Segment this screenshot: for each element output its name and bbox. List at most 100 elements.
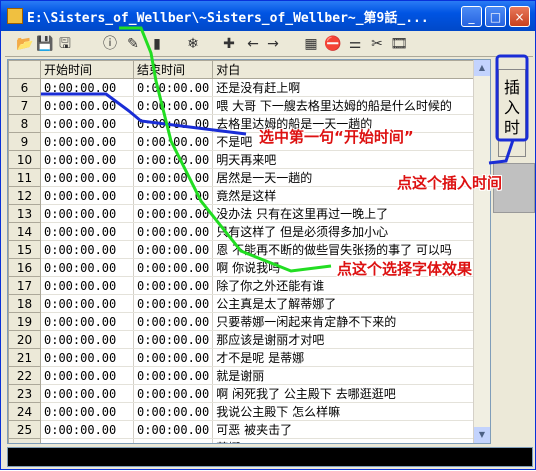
dialogue-cell[interactable]: 我说公主殿下 怎么样嘛 — [212, 402, 484, 421]
table-row[interactable]: 13 0:00:00.00 0:00:00.00 没办法 只有在这里再过一晚上了 — [8, 204, 484, 223]
dialogue-cell[interactable]: 没办法 只有在这里再过一晚上了 — [212, 204, 484, 223]
merge-icon[interactable]: ⚌ — [345, 34, 365, 54]
table-row[interactable]: 14 0:00:00.00 0:00:00.00 只有这样了 但是必须得多加小心 — [8, 222, 484, 241]
left-arrow-icon[interactable]: ← — [243, 34, 263, 54]
start-time-cell[interactable]: 0:00:00.00 — [40, 258, 134, 277]
start-time-cell[interactable]: 0:00:00.00 — [40, 294, 134, 313]
title-bar[interactable]: E:\Sisters_of_Wellber\~Sisters_of_Wellbe… — [1, 1, 535, 31]
end-time-cell[interactable]: 0:00:00.00 — [133, 168, 214, 187]
end-time-cell[interactable]: 0:00:00.00 — [133, 258, 214, 277]
start-time-cell[interactable]: 0:00:00.00 — [40, 312, 134, 331]
start-time-cell[interactable]: 0:00:00.00 — [40, 240, 134, 259]
bar-chart-icon[interactable]: ▮ — [147, 34, 167, 54]
start-time-cell[interactable]: 0:00:00.00 — [40, 186, 134, 205]
tools-icon[interactable]: ✂ — [367, 34, 387, 54]
end-time-cell[interactable]: 0:00:00.00 — [133, 222, 214, 241]
table-row[interactable]: 24 0:00:00.00 0:00:00.00 我说公主殿下 怎么样嘛 — [8, 402, 484, 421]
header-end-time[interactable]: 结束时间 — [132, 60, 214, 79]
subtitle-grid[interactable]: 开始时间 结束时间 对白 6 0:00:00.00 0:00:00.00 还是没有赶上… — [7, 59, 491, 444]
start-time-cell[interactable]: 0:00:00.00 — [40, 384, 134, 403]
table-row[interactable]: 260:00:00.000:00:00.00蒂娜 — [8, 438, 484, 443]
minimize-button[interactable]: _ — [461, 6, 482, 27]
start-time-cell[interactable]: 0:00:00.00 — [40, 348, 134, 367]
end-time-cell[interactable]: 0:00:00.00 — [133, 348, 214, 367]
table-row[interactable]: 19 0:00:00.00 0:00:00.00 只要蒂娜一闲起来肯定静不下来的 — [8, 312, 484, 331]
dialogue-cell[interactable]: 还是没有赶上啊 — [212, 78, 484, 97]
start-time-cell[interactable]: 0:00:00.00 — [40, 96, 134, 115]
end-time-cell[interactable]: 0:00:00.00 — [133, 420, 214, 439]
insert-time-icon[interactable]: ✚ — [219, 34, 239, 54]
table-row[interactable]: 17 0:00:00.00 0:00:00.00 除了你之外还能有谁 — [8, 276, 484, 295]
dialogue-cell[interactable]: 恩 不能再不断的做些冒失张扬的事了 可以吗 — [212, 240, 484, 259]
table-row[interactable]: 25 0:00:00.00 0:00:00.00 可恶 被夹击了 — [8, 420, 484, 439]
stop-icon[interactable]: ⛔ — [323, 34, 343, 54]
start-time-cell[interactable]: 0:00:00.00 — [40, 78, 134, 97]
vertical-scrollbar[interactable]: ▲ ▼ — [473, 60, 490, 443]
end-time-cell[interactable]: 0:00:00.00 — [133, 438, 214, 443]
dialogue-cell[interactable]: 啊 闲死我了 公主殿下 去哪逛逛吧 — [212, 384, 484, 403]
dialogue-cell[interactable]: 那应该是谢丽才对吧 — [212, 330, 484, 349]
end-time-cell[interactable]: 0:00:00.00 — [133, 366, 214, 385]
font-effect-icon[interactable]: ✎ — [123, 34, 143, 54]
start-time-cell[interactable]: 0:00:00.00 — [40, 420, 134, 439]
film-icon[interactable]: 🎞 — [389, 34, 409, 54]
end-time-cell[interactable]: 0:00:00.00 — [133, 240, 214, 259]
start-time-cell[interactable]: 0:00:00.00 — [40, 438, 134, 443]
save-as-icon[interactable]: 🖫 — [55, 34, 75, 54]
settings-icon[interactable]: ❄ — [183, 34, 203, 54]
end-time-cell[interactable]: 0:00:00.00 — [133, 312, 214, 331]
dialogue-cell[interactable]: 就是谢丽 — [212, 366, 484, 385]
end-time-cell[interactable]: 0:00:00.00 — [133, 384, 214, 403]
start-time-cell[interactable]: 0:00:00.00 — [40, 132, 134, 151]
save-icon[interactable]: 💾 — [35, 34, 55, 54]
start-time-cell[interactable]: 0:00:00.00 — [40, 330, 134, 349]
end-time-cell[interactable]: 0:00:00.00 — [133, 96, 214, 115]
end-time-cell[interactable]: 0:00:00.00 — [133, 330, 214, 349]
end-time-cell[interactable]: 0:00:00.00 — [133, 132, 214, 151]
start-time-cell[interactable]: 0:00:00.00 — [40, 168, 134, 187]
maximize-button[interactable]: □ — [485, 6, 506, 27]
start-time-cell[interactable]: 0:00:00.00 — [40, 150, 134, 169]
open-icon[interactable]: 📂 — [15, 34, 35, 54]
end-time-cell[interactable]: 0:00:00.00 — [133, 402, 214, 421]
dialogue-cell[interactable]: 喂 大哥 下一艘去格里达姆的船是什么时候的 — [212, 96, 484, 115]
dialogue-cell[interactable]: 蒂娜 — [212, 438, 484, 443]
table-row[interactable]: 21 0:00:00.00 0:00:00.00 才不是呢 是蒂娜 — [8, 348, 484, 367]
header-dialogue[interactable]: 对白 — [212, 60, 484, 79]
start-time-cell[interactable]: 0:00:00.00 — [40, 114, 134, 133]
table-row[interactable]: 10 0:00:00.00 0:00:00.00 明天再来吧 — [8, 150, 484, 169]
table-row[interactable]: 20 0:00:00.00 0:00:00.00 那应该是谢丽才对吧 — [8, 330, 484, 349]
end-time-cell[interactable]: 0:00:00.00 — [133, 150, 214, 169]
info-icon[interactable]: ⓘ — [100, 34, 120, 54]
end-time-cell[interactable]: 0:00:00.00 — [133, 78, 214, 97]
dialogue-cell[interactable]: 才不是呢 是蒂娜 — [212, 348, 484, 367]
scroll-down-icon[interactable]: ▼ — [474, 427, 490, 443]
dialogue-cell[interactable]: 只要蒂娜一闲起来肯定静不下来的 — [212, 312, 484, 331]
start-time-cell[interactable]: 0:00:00.00 — [40, 276, 134, 295]
start-time-cell[interactable]: 0:00:00.00 — [40, 366, 134, 385]
table-row[interactable]: 22 0:00:00.00 0:00:00.00 就是谢丽 — [8, 366, 484, 385]
close-button[interactable]: × — [509, 6, 530, 27]
table-row[interactable]: 6 0:00:00.00 0:00:00.00 还是没有赶上啊 — [8, 78, 484, 97]
dialogue-cell[interactable]: 可恶 被夹击了 — [212, 420, 484, 439]
table-row[interactable]: 18 0:00:00.00 0:00:00.00 公主真是太了解蒂娜了 — [8, 294, 484, 313]
header-start-time[interactable]: 开始时间 — [40, 60, 134, 79]
scroll-up-icon[interactable]: ▲ — [474, 60, 490, 76]
table-row[interactable]: 7 0:00:00.00 0:00:00.00 喂 大哥 下一艘去格里达姆的船是什么时… — [8, 96, 484, 115]
dialogue-cell[interactable]: 公主真是太了解蒂娜了 — [212, 294, 484, 313]
end-time-cell[interactable]: 0:00:00.00 — [133, 294, 214, 313]
right-arrow-icon[interactable]: → — [263, 34, 283, 54]
start-time-cell[interactable]: 0:00:00.00 — [40, 402, 134, 421]
table-row[interactable]: 23 0:00:00.00 0:00:00.00 啊 闲死我了 公主殿下 去哪逛逛吧 — [8, 384, 484, 403]
dialogue-cell[interactable]: 只有这样了 但是必须得多加小心 — [212, 222, 484, 241]
start-time-cell[interactable]: 0:00:00.00 — [40, 222, 134, 241]
end-time-cell[interactable]: 0:00:00.00 — [133, 204, 214, 223]
start-time-cell[interactable]: 0:00:00.00 — [40, 204, 134, 223]
table-row[interactable]: 15 0:00:00.00 0:00:00.00 恩 不能再不断的做些冒失张扬的事了 … — [8, 240, 484, 259]
dialogue-cell[interactable]: 明天再来吧 — [212, 150, 484, 169]
insert-time-button[interactable]: 插入时 — [498, 69, 526, 157]
dialogue-cell[interactable]: 除了你之外还能有谁 — [212, 276, 484, 295]
end-time-cell[interactable]: 0:00:00.00 — [133, 186, 214, 205]
end-time-cell[interactable]: 0:00:00.00 — [133, 114, 214, 133]
split-icon[interactable]: ▦ — [301, 34, 321, 54]
